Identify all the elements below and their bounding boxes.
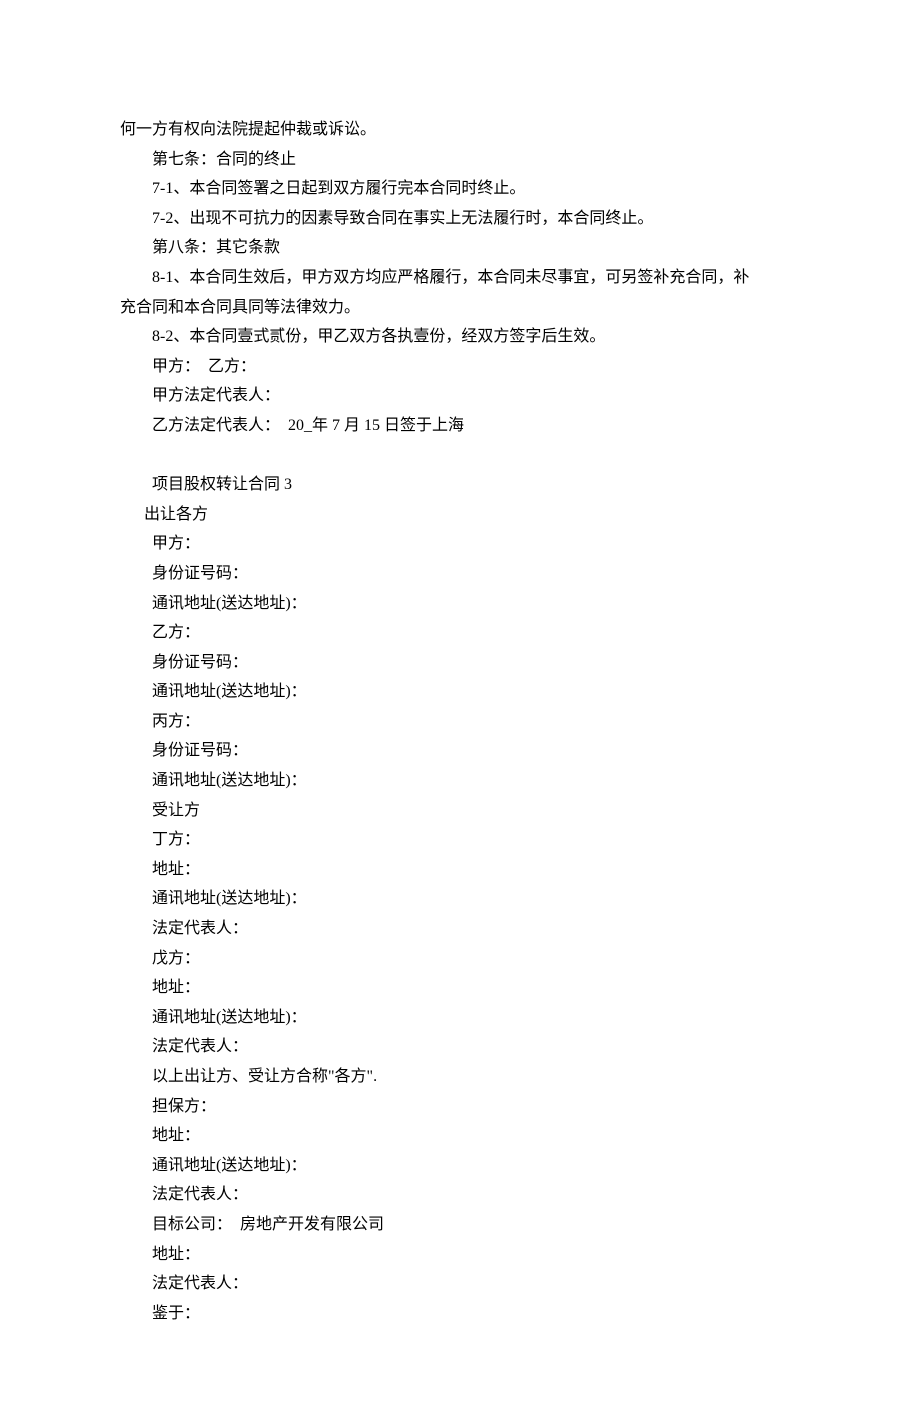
text-line: 通讯地址(送达地址)： bbox=[120, 1151, 800, 1181]
text-line: 通讯地址(送达地址)： bbox=[120, 766, 800, 796]
text-line: 担保方： bbox=[120, 1092, 800, 1122]
text-line: 7-1、本合同签署之日起到双方履行完本合同时终止。 bbox=[120, 174, 800, 204]
text-line: 通讯地址(送达地址)： bbox=[120, 884, 800, 914]
document-body: 何一方有权向法院提起仲裁或诉讼。第七条：合同的终止7-1、本合同签署之日起到双方… bbox=[120, 115, 800, 1328]
text-line: 甲方法定代表人： bbox=[120, 381, 800, 411]
text-line: 戊方： bbox=[120, 944, 800, 974]
text-line: 8-1、本合同生效后，甲方双方均应严格履行，本合同未尽事宜，可另签补充合同，补 bbox=[120, 263, 800, 293]
text-line: 乙方法定代表人： 20_年 7 月 15 日签于上海 bbox=[120, 411, 800, 441]
text-line: 地址： bbox=[120, 1121, 800, 1151]
text-line: 第七条：合同的终止 bbox=[120, 145, 800, 175]
text-line: 项目股权转让合同 3 bbox=[120, 470, 800, 500]
text-line: 出让各方 bbox=[120, 500, 800, 530]
text-line: 甲方： bbox=[120, 529, 800, 559]
text-line: 何一方有权向法院提起仲裁或诉讼。 bbox=[120, 115, 800, 145]
text-line: 通讯地址(送达地址)： bbox=[120, 677, 800, 707]
text-line: 丙方： bbox=[120, 707, 800, 737]
text-line: 通讯地址(送达地址)： bbox=[120, 1003, 800, 1033]
text-line: 地址： bbox=[120, 973, 800, 1003]
text-line: 8-2、本合同壹式贰份，甲乙双方各执壹份，经双方签字后生效。 bbox=[120, 322, 800, 352]
text-line: 法定代表人： bbox=[120, 1269, 800, 1299]
text-line: 目标公司： 房地产开发有限公司 bbox=[120, 1210, 800, 1240]
text-line: 7-2、出现不可抗力的因素导致合同在事实上无法履行时，本合同终止。 bbox=[120, 204, 800, 234]
text-line: 受让方 bbox=[120, 796, 800, 826]
text-line: 身份证号码： bbox=[120, 736, 800, 766]
text-line: 甲方： 乙方： bbox=[120, 352, 800, 382]
text-line: 地址： bbox=[120, 855, 800, 885]
text-line: 第八条：其它条款 bbox=[120, 233, 800, 263]
text-line bbox=[120, 441, 800, 471]
text-line: 鉴于： bbox=[120, 1299, 800, 1329]
text-line: 乙方： bbox=[120, 618, 800, 648]
text-line: 法定代表人： bbox=[120, 1180, 800, 1210]
text-line: 以上出让方、受让方合称"各方". bbox=[120, 1062, 800, 1092]
text-line: 地址： bbox=[120, 1240, 800, 1270]
text-line: 充合同和本合同具同等法律效力。 bbox=[120, 293, 800, 323]
text-line: 法定代表人： bbox=[120, 1032, 800, 1062]
text-line: 通讯地址(送达地址)： bbox=[120, 589, 800, 619]
text-line: 身份证号码： bbox=[120, 559, 800, 589]
text-line: 丁方： bbox=[120, 825, 800, 855]
text-line: 法定代表人： bbox=[120, 914, 800, 944]
document-page: 何一方有权向法院提起仲裁或诉讼。第七条：合同的终止7-1、本合同签署之日起到双方… bbox=[0, 0, 920, 1408]
text-line: 身份证号码： bbox=[120, 648, 800, 678]
